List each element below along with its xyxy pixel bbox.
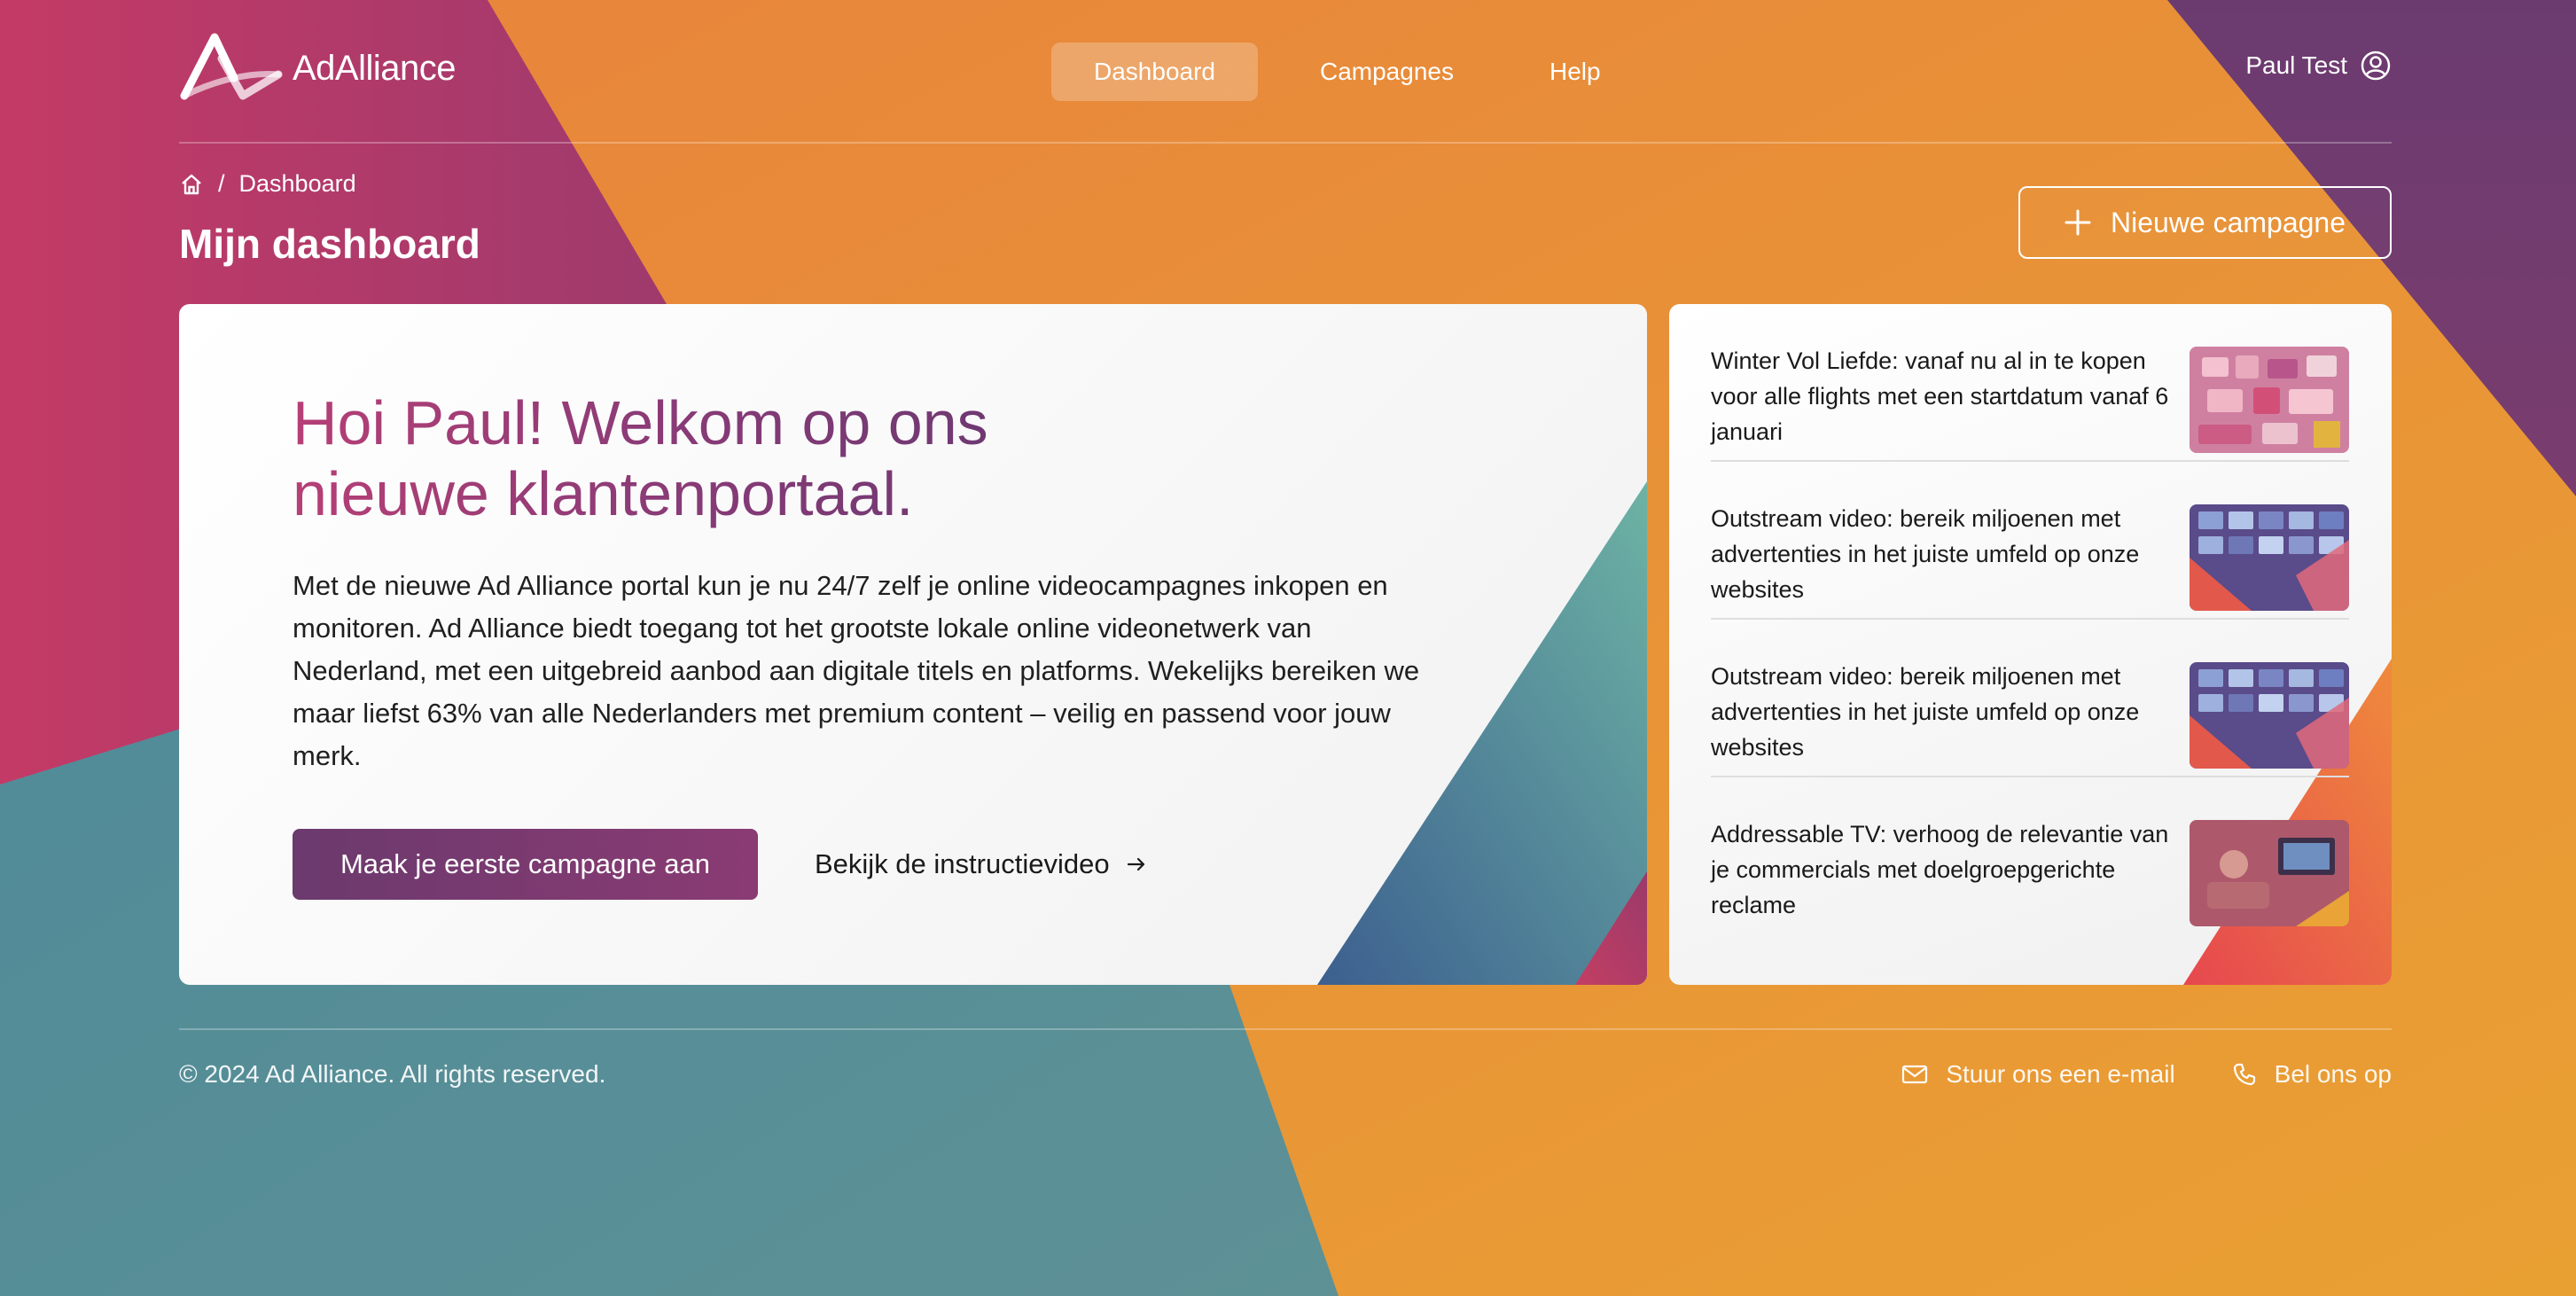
phone-label: Bel ons op xyxy=(2274,1060,2392,1088)
footer: © 2024 Ad Alliance. All rights reserved.… xyxy=(179,1028,2392,1088)
news-card: Winter Vol Liefde: vanaf nu al in te kop… xyxy=(1669,304,2392,985)
welcome-card: Hoi Paul! Welkom op ons nieuwe klantenpo… xyxy=(179,304,1647,985)
new-campaign-label: Nieuwe campagne xyxy=(2110,206,2346,238)
mail-icon xyxy=(1902,1065,1928,1084)
top-header: AdAlliance Dashboard Campagnes Help Paul… xyxy=(179,0,2392,144)
email-link[interactable]: Stuur ons een e-mail xyxy=(1901,1060,2175,1089)
news-item-title: Winter Vol Liefde: vanaf nu al in te kop… xyxy=(1711,347,2169,445)
page-title: Mijn dashboard xyxy=(179,221,480,267)
welcome-title: Hoi Paul! Welkom op ons nieuwe klantenpo… xyxy=(293,387,1179,529)
news-item[interactable]: Outstream video: bereik miljoenen met ad… xyxy=(1711,462,2349,620)
plus-icon xyxy=(2065,209,2091,236)
phone-link[interactable]: Bel ons op xyxy=(2232,1060,2392,1089)
outstream-thumbnail xyxy=(2190,504,2349,611)
welcome-text: Met de nieuwe Ad Alliance portal kun je … xyxy=(293,570,1420,771)
news-item[interactable]: Winter Vol Liefde: vanaf nu al in te kop… xyxy=(1711,304,2349,462)
welcome-actions: Maak je eerste campagne aan Bekijk de in… xyxy=(293,829,1147,900)
user-menu[interactable]: Paul Test xyxy=(2245,50,2392,82)
nav-campagnes[interactable]: Campagnes xyxy=(1272,43,1502,101)
news-list: Winter Vol Liefde: vanaf nu al in te kop… xyxy=(1711,304,2349,935)
breadcrumb: / Dashboard xyxy=(179,170,356,198)
news-item-title: Outstream video: bereik miljoenen met ad… xyxy=(1711,505,2140,603)
copyright-text: © 2024 Ad Alliance. All rights reserved. xyxy=(179,1060,606,1088)
instruction-video-link[interactable]: Bekijk de instructievideo xyxy=(815,848,1147,880)
news-item[interactable]: Addressable TV: verhoog de relevantie va… xyxy=(1711,777,2349,935)
user-circle-icon xyxy=(2361,51,2391,81)
breadcrumb-separator: / xyxy=(218,170,225,197)
news-item-title: Outstream video: bereik miljoenen met ad… xyxy=(1711,663,2140,761)
logo-mark-icon xyxy=(180,33,283,100)
arrow-right-icon xyxy=(1127,857,1144,871)
breadcrumb-current[interactable]: Dashboard xyxy=(239,170,356,198)
main-nav: Dashboard Campagnes Help xyxy=(1051,43,1649,101)
outstream-thumbnail xyxy=(2190,662,2349,769)
create-first-campaign-button[interactable]: Maak je eerste campagne aan xyxy=(293,829,758,900)
user-name: Paul Test xyxy=(2245,51,2347,79)
winter-thumbnail xyxy=(2190,347,2349,453)
logo[interactable]: AdAlliance xyxy=(179,32,457,105)
addressable-tv-thumbnail xyxy=(2190,820,2349,926)
nav-help[interactable]: Help xyxy=(1502,43,1649,101)
welcome-content: Hoi Paul! Welkom op ons nieuwe klantenpo… xyxy=(293,387,1445,777)
new-campaign-button[interactable]: Nieuwe campagne xyxy=(2018,186,2392,259)
news-item-title: Addressable TV: verhoog de relevantie va… xyxy=(1711,821,2169,918)
footer-contact: Stuur ons een e-mail Bel ons op xyxy=(1901,1060,2392,1089)
nav-dashboard[interactable]: Dashboard xyxy=(1051,43,1258,101)
logo-text: AdAlliance xyxy=(293,48,457,88)
home-icon[interactable] xyxy=(179,172,204,197)
instruction-video-label: Bekijk de instructievideo xyxy=(815,848,1110,879)
news-item[interactable]: Outstream video: bereik miljoenen met ad… xyxy=(1711,620,2349,777)
phone-icon xyxy=(2233,1063,2255,1086)
email-label: Stuur ons een e-mail xyxy=(1946,1060,2175,1088)
